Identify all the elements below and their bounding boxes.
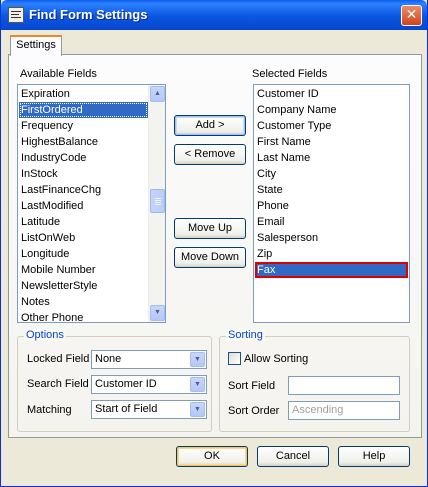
move-up-button[interactable]: Move Up: [174, 218, 246, 239]
sort-field-label: Sort Field: [228, 380, 276, 392]
search-field-select[interactable]: Customer ID ▼: [91, 375, 207, 394]
locked-field-select[interactable]: None ▼: [91, 350, 207, 369]
dialog-window: Find Form Settings ✕ Settings Available …: [0, 0, 428, 487]
add-button[interactable]: Add >: [174, 115, 246, 136]
tab-settings[interactable]: Settings: [10, 35, 62, 56]
sort-field-input[interactable]: [288, 376, 400, 395]
sorting-legend: Sorting: [226, 329, 265, 341]
list-item[interactable]: Latitude: [19, 214, 148, 230]
title-bar[interactable]: Find Form Settings ✕: [1, 0, 427, 30]
window-title: Find Form Settings: [29, 7, 148, 22]
help-button[interactable]: Help: [338, 446, 410, 467]
list-item[interactable]: Longitude: [19, 246, 148, 262]
list-item[interactable]: Zip: [255, 246, 408, 262]
matching-label: Matching: [27, 404, 72, 416]
list-item[interactable]: Frequency: [19, 118, 148, 134]
sort-order-value: Ascending: [292, 404, 344, 416]
list-item[interactable]: LastModified: [19, 198, 148, 214]
allow-sorting-label[interactable]: Allow Sorting: [244, 353, 308, 365]
list-item[interactable]: Last Name: [255, 150, 408, 166]
list-item[interactable]: LastFinanceChg: [19, 182, 148, 198]
options-legend: Options: [24, 329, 66, 341]
list-item[interactable]: Company Name: [255, 102, 408, 118]
list-item[interactable]: InStock: [19, 166, 148, 182]
sort-order-label: Sort Order: [228, 405, 280, 417]
matching-select[interactable]: Start of Field ▼: [91, 400, 207, 419]
list-item[interactable]: Fax: [255, 262, 408, 278]
list-item[interactable]: First Name: [255, 134, 408, 150]
available-fields-label: Available Fields: [20, 68, 97, 80]
list-item[interactable]: Mobile Number: [19, 262, 148, 278]
list-item[interactable]: IndustryCode: [19, 150, 148, 166]
scroll-up-icon[interactable]: ▲: [150, 86, 165, 102]
list-item[interactable]: Phone: [255, 198, 408, 214]
list-item[interactable]: Expiration: [19, 86, 148, 102]
sort-order-input[interactable]: Ascending: [288, 401, 400, 420]
list-item[interactable]: Customer Type: [255, 118, 408, 134]
selected-fields-list[interactable]: Customer ID Company Name Customer Type Firs…: [253, 84, 410, 323]
list-item[interactable]: Email: [255, 214, 408, 230]
list-item[interactable]: City: [255, 166, 408, 182]
list-item[interactable]: Salesperson: [255, 230, 408, 246]
available-fields-list[interactable]: ▲ ▼ Expiration FirstOrdered Frequency Highe…: [17, 84, 166, 323]
available-scrollbar[interactable]: ▲ ▼: [148, 85, 165, 322]
scroll-thumb[interactable]: [150, 189, 165, 213]
list-item[interactable]: Customer ID: [255, 86, 408, 102]
locked-field-label: Locked Field: [27, 353, 90, 365]
scroll-down-icon[interactable]: ▼: [150, 305, 165, 321]
locked-field-value: None: [95, 353, 122, 365]
search-field-value: Customer ID: [95, 378, 157, 390]
chevron-down-icon[interactable]: ▼: [190, 402, 205, 417]
form-icon: [8, 7, 24, 23]
list-item[interactable]: FirstOrdered: [19, 102, 148, 118]
list-item[interactable]: Other Phone: [19, 310, 148, 322]
ok-button[interactable]: OK: [176, 446, 248, 467]
search-field-label: Search Field: [27, 378, 89, 390]
chevron-down-icon[interactable]: ▼: [190, 352, 205, 367]
list-item[interactable]: HighestBalance: [19, 134, 148, 150]
remove-button[interactable]: < Remove: [174, 144, 246, 165]
selected-fields-label: Selected Fields: [252, 68, 328, 80]
cancel-button[interactable]: Cancel: [257, 446, 329, 467]
list-item[interactable]: NewsletterStyle: [19, 278, 148, 294]
move-down-button[interactable]: Move Down: [174, 247, 246, 268]
list-item[interactable]: ListOnWeb: [19, 230, 148, 246]
list-item[interactable]: State: [255, 182, 408, 198]
allow-sorting-checkbox[interactable]: [228, 352, 241, 365]
list-item[interactable]: Notes: [19, 294, 148, 310]
close-button[interactable]: ✕: [401, 5, 422, 26]
matching-value: Start of Field: [95, 403, 158, 415]
chevron-down-icon[interactable]: ▼: [190, 377, 205, 392]
